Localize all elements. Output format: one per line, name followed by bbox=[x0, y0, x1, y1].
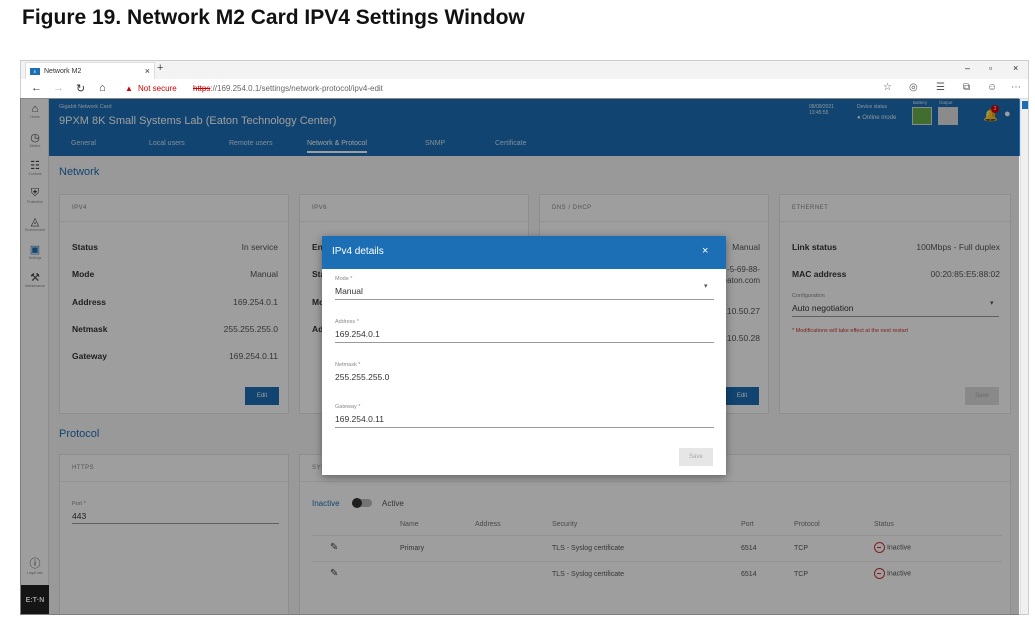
new-tab-button[interactable]: + bbox=[157, 62, 163, 74]
figure-title: Figure 19. Network M2 Card IPV4 Settings… bbox=[22, 6, 525, 29]
address-bar: ← → ↻ ⌂ ▲ Not secure https://169.254.0.1… bbox=[21, 79, 1028, 99]
back-icon[interactable]: ← bbox=[31, 82, 42, 94]
not-secure-label[interactable]: Not secure bbox=[138, 84, 177, 93]
field-underline bbox=[335, 427, 714, 428]
field-underline bbox=[335, 342, 714, 343]
gateway-input[interactable]: 169.254.0.11 bbox=[335, 414, 384, 424]
eaton-favicon-icon: E bbox=[30, 67, 40, 75]
close-icon[interactable]: × bbox=[702, 245, 708, 257]
field-underline bbox=[335, 299, 714, 300]
more-icon[interactable]: ⋯ bbox=[1011, 82, 1021, 93]
gateway-label: Gateway * bbox=[335, 404, 361, 410]
window-close-button[interactable]: × bbox=[1013, 63, 1018, 73]
address-label: Address * bbox=[335, 319, 359, 325]
forward-icon[interactable]: → bbox=[53, 82, 64, 94]
address-input[interactable]: 169.254.0.1 bbox=[335, 329, 380, 339]
collections-icon[interactable]: ⧉ bbox=[963, 82, 970, 93]
tab-title: Network M2 bbox=[44, 67, 82, 75]
dialog-title: IPv4 details bbox=[332, 246, 384, 257]
tracking-icon[interactable]: ◎ bbox=[909, 82, 918, 93]
mode-label: Mode * bbox=[335, 276, 353, 282]
tab-bar: E Network M2 × + – ▫ × bbox=[21, 61, 1028, 79]
netmask-input[interactable]: 255.255.255.0 bbox=[335, 372, 389, 382]
restore-button[interactable]: ▫ bbox=[989, 63, 992, 73]
warning-icon: ▲ bbox=[125, 84, 133, 93]
ipv4-details-dialog: IPv4 details × Mode * Manual ▾ Address *… bbox=[322, 236, 726, 475]
netmask-label: Netmask * bbox=[335, 362, 361, 368]
scroll-thumb[interactable] bbox=[1022, 101, 1028, 109]
save-button[interactable]: Save bbox=[679, 448, 713, 466]
home-icon[interactable]: ⌂ bbox=[99, 82, 106, 94]
chevron-down-icon[interactable]: ▾ bbox=[704, 282, 708, 290]
reload-icon[interactable]: ↻ bbox=[76, 82, 85, 95]
mode-select[interactable]: Manual bbox=[335, 286, 363, 296]
minimize-button[interactable]: – bbox=[965, 63, 970, 73]
browser-tab[interactable]: E Network M2 × bbox=[25, 62, 155, 79]
favorite-icon[interactable]: ☆ bbox=[883, 82, 892, 93]
url-field[interactable]: https://169.254.0.1/settings/network-pro… bbox=[193, 84, 383, 93]
profile-icon[interactable]: ☺ bbox=[987, 82, 997, 93]
dialog-header: IPv4 details × bbox=[322, 236, 726, 269]
scrollbar[interactable] bbox=[1020, 99, 1028, 614]
favorites-bar-icon[interactable]: ☰ bbox=[936, 82, 945, 93]
tab-close-icon[interactable]: × bbox=[145, 66, 150, 76]
